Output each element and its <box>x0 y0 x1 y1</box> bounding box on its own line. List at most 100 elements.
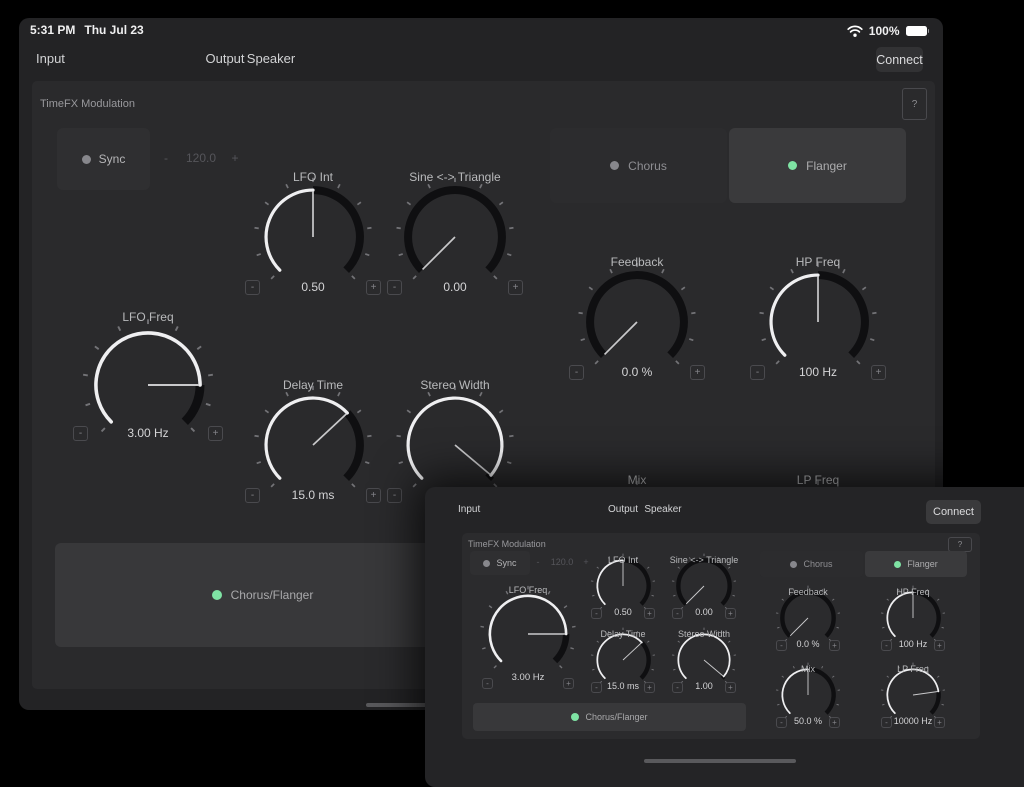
knob-decrement-button[interactable]: - <box>750 365 765 380</box>
knob-label: LP Freq <box>720 473 916 487</box>
chorus-button-small[interactable]: Chorus <box>760 551 863 577</box>
chorus-flanger-footer-button-small[interactable]: Chorus/Flanger <box>473 703 746 731</box>
knob-label: Sine <-> Triangle <box>357 170 553 184</box>
knob-hp-freq[interactable]: HP Freq100 Hz-+ <box>750 255 886 389</box>
flanger-label: Flanger <box>806 159 847 173</box>
chorus-led-icon <box>790 561 797 568</box>
flanger-led-icon <box>894 561 901 568</box>
knob-increment-button[interactable]: + <box>934 717 945 728</box>
sync-led-icon <box>483 560 490 567</box>
knob-increment-button[interactable]: + <box>644 682 655 693</box>
flanger-label: Flanger <box>907 559 938 569</box>
connect-button[interactable]: Connect <box>876 47 923 72</box>
battery-percent: 100% <box>869 24 900 38</box>
connect-button-small[interactable]: Connect <box>926 500 981 524</box>
knob-increment-button[interactable]: + <box>644 608 655 619</box>
nav-output[interactable]: Output <box>205 51 244 66</box>
knob-increment-button[interactable]: + <box>563 678 574 689</box>
knob-decrement-button[interactable]: - <box>591 608 602 619</box>
knob-increment-button[interactable]: + <box>829 640 840 651</box>
status-bar-right: 100% <box>847 24 929 38</box>
chorus-label: Chorus <box>628 159 667 173</box>
compact-app-window: Input Output Speaker Connect TimeFX Modu… <box>425 487 1024 787</box>
home-indicator-small[interactable] <box>644 759 796 763</box>
footer-led-icon <box>571 713 579 721</box>
knob-stereo-width-small[interactable]: Stereo Width1.00-+ <box>672 631 736 701</box>
knob-increment-button[interactable]: + <box>934 640 945 651</box>
plugin-panel-small: TimeFX Modulation ? Sync - 120.0 + Choru… <box>462 533 980 739</box>
knob-mix-small[interactable]: Mix50.0 %-+ <box>776 666 840 736</box>
knob-feedback[interactable]: Feedback0.0 %-+ <box>569 255 705 389</box>
nav-output-small[interactable]: Output <box>608 504 638 515</box>
chorus-led-icon <box>610 161 619 170</box>
knob-label: Mix <box>539 473 735 487</box>
nav-input-small[interactable]: Input <box>458 504 480 515</box>
knob-lfo-int[interactable]: LFO Int0.50-+ <box>245 170 381 304</box>
knob-increment-button[interactable]: + <box>725 682 736 693</box>
knob-label: Feedback <box>539 255 735 269</box>
knob-decrement-button[interactable]: - <box>482 678 493 689</box>
tempo-value: 120.0 <box>176 151 226 165</box>
help-button[interactable]: ? <box>902 88 927 120</box>
knob-decrement-button[interactable]: - <box>672 682 683 693</box>
knob-increment-button[interactable]: + <box>871 365 886 380</box>
chorus-label: Chorus <box>803 559 832 569</box>
flanger-led-icon <box>788 161 797 170</box>
knob-decrement-button[interactable]: - <box>881 640 892 651</box>
knob-hp-freq-small[interactable]: HP Freq100 Hz-+ <box>881 589 945 659</box>
sync-button[interactable]: Sync <box>57 128 150 190</box>
knob-decrement-button[interactable]: - <box>569 365 584 380</box>
knob-decrement-button[interactable]: - <box>245 280 260 295</box>
knob-label: LFO Freq <box>43 310 253 324</box>
chorus-flanger-footer-button[interactable]: Chorus/Flanger <box>55 543 470 647</box>
knob-label: HP Freq <box>720 255 916 269</box>
flanger-button[interactable]: Flanger <box>729 128 906 203</box>
knob-increment-button[interactable]: + <box>690 365 705 380</box>
knob-label: Sine <-> Triangle <box>642 555 766 565</box>
tempo-decrement-button-small[interactable]: - <box>532 557 544 567</box>
chorus-button[interactable]: Chorus <box>550 128 727 203</box>
knob-decrement-button[interactable]: - <box>387 488 402 503</box>
knob-label: Stereo Width <box>642 629 766 639</box>
nav-speaker[interactable]: Speaker <box>247 51 295 66</box>
knob-increment-button[interactable]: + <box>508 280 523 295</box>
knob-decrement-button[interactable]: - <box>672 608 683 619</box>
help-button-small[interactable]: ? <box>948 537 972 552</box>
knob-decrement-button[interactable]: - <box>776 717 787 728</box>
knob-decrement-button[interactable]: - <box>245 488 260 503</box>
knob-lfo-freq[interactable]: LFO Freq3.00 Hz-+ <box>73 310 223 460</box>
tempo-increment-button[interactable]: + <box>228 151 242 165</box>
plugin-title-small: TimeFX Modulation <box>468 539 546 549</box>
knob-sine-triangle[interactable]: Sine <-> Triangle0.00-+ <box>387 170 523 304</box>
sync-label: Sync <box>99 152 126 166</box>
footer-label: Chorus/Flanger <box>231 588 314 602</box>
tempo-decrement-button[interactable]: - <box>159 151 173 165</box>
knob-feedback-small[interactable]: Feedback0.0 %-+ <box>776 589 840 659</box>
wifi-icon <box>847 25 863 37</box>
knob-decrement-button[interactable]: - <box>776 640 787 651</box>
knob-sine-triangle-small[interactable]: Sine <-> Triangle0.00-+ <box>672 557 736 627</box>
knob-increment-button[interactable]: + <box>829 717 840 728</box>
battery-icon <box>906 26 930 36</box>
knob-delay-time-small[interactable]: Delay Time15.0 ms-+ <box>591 631 655 701</box>
knob-decrement-button[interactable]: - <box>73 426 88 441</box>
knob-lp-freq-small[interactable]: LP Freq10000 Hz-+ <box>881 666 945 736</box>
sync-button-small[interactable]: Sync <box>470 551 530 575</box>
nav-speaker-small[interactable]: Speaker <box>644 504 681 515</box>
knob-label: Stereo Width <box>357 378 553 392</box>
footer-label: Chorus/Flanger <box>585 712 647 722</box>
knob-label: HP Freq <box>851 587 975 597</box>
knob-decrement-button[interactable]: - <box>387 280 402 295</box>
knob-increment-button[interactable]: + <box>208 426 223 441</box>
knob-decrement-button[interactable]: - <box>881 717 892 728</box>
flanger-button-small[interactable]: Flanger <box>865 551 967 577</box>
knob-increment-button[interactable]: + <box>725 608 736 619</box>
date: Thu Jul 23 <box>84 23 143 37</box>
plugin-title: TimeFX Modulation <box>40 98 135 110</box>
clock: 5:31 PM <box>30 23 75 37</box>
knob-label: LP Freq <box>851 664 975 674</box>
nav-input[interactable]: Input <box>36 51 65 66</box>
knob-decrement-button[interactable]: - <box>591 682 602 693</box>
knob-delay-time[interactable]: Delay Time15.0 ms-+ <box>245 378 381 512</box>
footer-led-icon <box>212 590 222 600</box>
